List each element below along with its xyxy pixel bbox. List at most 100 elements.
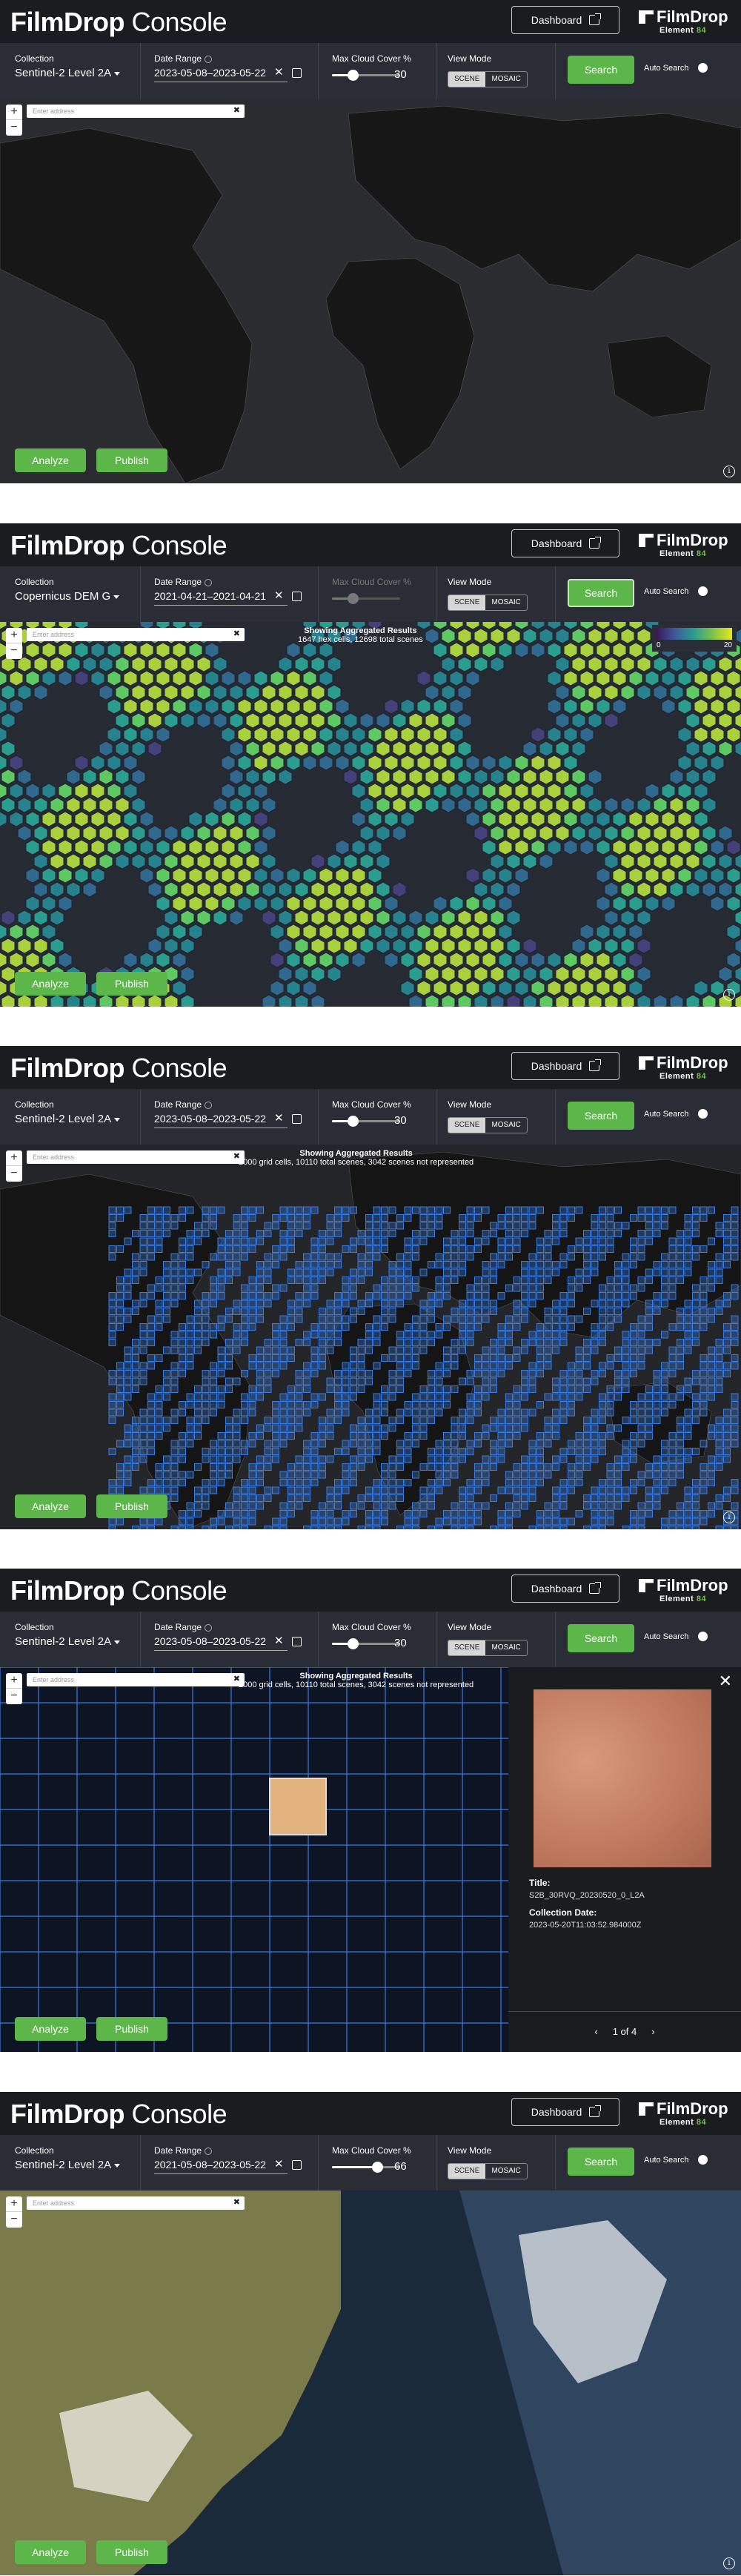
- auto-search-toggle[interactable]: [691, 1632, 708, 1641]
- calendar-icon[interactable]: [292, 1637, 302, 1646]
- cloud-cover-slider[interactable]: [332, 2162, 400, 2173]
- date-range-input[interactable]: 2023-05-08–2023-05-22: [154, 1113, 266, 1125]
- date-range-input[interactable]: 2021-05-08–2023-05-22: [154, 2159, 266, 2171]
- collection-select[interactable]: Sentinel-2 Level 2A: [15, 1635, 121, 1648]
- cloud-cover-slider[interactable]: [332, 70, 400, 81]
- zoom-in-button[interactable]: +: [6, 2196, 22, 2212]
- zoom-in-button[interactable]: +: [6, 1150, 22, 1166]
- scene-option[interactable]: SCENE: [448, 595, 486, 610]
- map-area[interactable]: + − Enter address✖ Analyze Publish i Sho…: [0, 1145, 741, 1529]
- address-search-input[interactable]: Enter address ✖: [27, 105, 245, 118]
- dashboard-button[interactable]: Dashboard: [511, 1052, 619, 1080]
- map-area[interactable]: + − Enter address ✖ Analyze Publish i: [0, 99, 741, 483]
- publish-button[interactable]: Publish: [96, 2540, 167, 2564]
- scene-option[interactable]: SCENE: [448, 72, 486, 87]
- clear-address-icon[interactable]: ✖: [233, 2197, 240, 2207]
- dashboard-button[interactable]: Dashboard: [511, 529, 619, 557]
- analyze-button[interactable]: Analyze: [15, 1494, 86, 1518]
- zoom-in-button[interactable]: +: [6, 1673, 22, 1689]
- mosaic-option[interactable]: MOSAIC: [485, 1640, 526, 1655]
- analyze-button[interactable]: Analyze: [15, 448, 86, 472]
- collection-select[interactable]: Sentinel-2 Level 2A: [15, 67, 121, 79]
- search-button[interactable]: Search: [568, 579, 634, 607]
- clear-date-icon[interactable]: ✕: [274, 1634, 284, 1647]
- analyze-button[interactable]: Analyze: [15, 2017, 86, 2041]
- cloud-cover-slider[interactable]: [332, 593, 400, 604]
- next-icon[interactable]: ›: [651, 2026, 654, 2037]
- slider-thumb[interactable]: [371, 2162, 383, 2173]
- calendar-icon[interactable]: [292, 68, 302, 78]
- auto-search-toggle[interactable]: [691, 2155, 708, 2165]
- search-button[interactable]: Search: [568, 2148, 634, 2176]
- search-button[interactable]: Search: [568, 1102, 634, 1130]
- address-search-input[interactable]: Enter address ✖: [27, 1150, 245, 1164]
- address-search-input[interactable]: Enter address ✖: [27, 1673, 245, 1686]
- collection-select[interactable]: Sentinel-2 Level 2A: [15, 1113, 121, 1125]
- close-icon[interactable]: ✕: [719, 1672, 732, 1691]
- search-button[interactable]: Search: [568, 56, 634, 84]
- slider-thumb[interactable]: [347, 70, 359, 81]
- date-range-input[interactable]: 2023-05-08–2023-05-22: [154, 67, 266, 79]
- mosaic-option[interactable]: MOSAIC: [485, 1118, 526, 1133]
- calendar-icon[interactable]: [292, 1114, 302, 1124]
- clear-address-icon[interactable]: ✖: [233, 629, 240, 638]
- collection-select[interactable]: Copernicus DEM G: [15, 590, 120, 603]
- calendar-icon[interactable]: [292, 592, 302, 601]
- zoom-out-button[interactable]: −: [6, 120, 22, 136]
- grid-cell: [637, 1346, 645, 1354]
- clear-date-icon[interactable]: ✕: [274, 589, 284, 602]
- analyze-button[interactable]: Analyze: [15, 972, 86, 996]
- dashboard-button[interactable]: Dashboard: [511, 6, 619, 34]
- grid-cell: [451, 1253, 459, 1261]
- mosaic-option[interactable]: MOSAIC: [485, 2164, 526, 2179]
- clear-date-icon[interactable]: ✕: [274, 65, 284, 79]
- map-area[interactable]: + − Enter address✖ Analyze Publish i Sho…: [0, 1667, 741, 2052]
- auto-search-toggle[interactable]: [691, 1109, 708, 1119]
- zoom-out-button[interactable]: −: [6, 1689, 22, 1704]
- info-icon[interactable]: i: [723, 2557, 735, 2569]
- date-range-input[interactable]: 2021-04-21–2021-04-21: [154, 590, 266, 602]
- scene-option[interactable]: SCENE: [448, 2164, 486, 2179]
- dashboard-button[interactable]: Dashboard: [511, 2098, 619, 2126]
- dashboard-button[interactable]: Dashboard: [511, 1575, 619, 1603]
- address-search-input[interactable]: Enter address ✖: [27, 2196, 245, 2210]
- slider-thumb[interactable]: [347, 1638, 359, 1649]
- calendar-icon[interactable]: [292, 2160, 302, 2170]
- slider-thumb[interactable]: [347, 593, 359, 604]
- cloud-cover-slider[interactable]: [332, 1116, 400, 1127]
- scene-option[interactable]: SCENE: [448, 1640, 486, 1655]
- analyze-button[interactable]: Analyze: [15, 2540, 86, 2564]
- search-button[interactable]: Search: [568, 1624, 634, 1652]
- auto-search-toggle[interactable]: [691, 63, 708, 73]
- mosaic-option[interactable]: MOSAIC: [485, 72, 526, 87]
- clear-date-icon[interactable]: ✕: [274, 1111, 284, 1125]
- zoom-out-button[interactable]: −: [6, 643, 22, 659]
- previous-icon[interactable]: ‹: [594, 2026, 597, 2037]
- mosaic-option[interactable]: MOSAIC: [485, 595, 526, 610]
- address-search-input[interactable]: Enter address ✖: [27, 628, 245, 641]
- publish-button[interactable]: Publish: [96, 448, 167, 472]
- clear-address-icon[interactable]: ✖: [233, 105, 240, 115]
- zoom-out-button[interactable]: −: [6, 2212, 22, 2228]
- collection-select[interactable]: Sentinel-2 Level 2A: [15, 2159, 121, 2171]
- zoom-in-button[interactable]: +: [6, 105, 22, 120]
- grid-cell: [723, 1253, 731, 1261]
- info-icon[interactable]: i: [723, 1512, 735, 1523]
- date-range-input[interactable]: 2023-05-08–2023-05-22: [154, 1635, 266, 1647]
- publish-button[interactable]: Publish: [96, 1494, 167, 1518]
- publish-button[interactable]: Publish: [96, 2017, 167, 2041]
- grid-cell: [490, 1377, 497, 1385]
- clear-date-icon[interactable]: ✕: [274, 2157, 284, 2171]
- info-icon[interactable]: i: [723, 989, 735, 1001]
- info-icon[interactable]: i: [723, 466, 735, 477]
- hex-cell: [628, 895, 643, 912]
- scene-option[interactable]: SCENE: [448, 1118, 486, 1133]
- map-area[interactable]: + − Enter address✖ Analyze Publish i Sho…: [0, 622, 741, 1007]
- zoom-in-button[interactable]: +: [6, 628, 22, 643]
- zoom-out-button[interactable]: −: [6, 1166, 22, 1182]
- publish-button[interactable]: Publish: [96, 972, 167, 996]
- map-area[interactable]: + − Enter address ✖ Analyze Publish i: [0, 2191, 741, 2575]
- auto-search-toggle[interactable]: [691, 586, 708, 596]
- cloud-cover-slider[interactable]: [332, 1638, 400, 1649]
- slider-thumb[interactable]: [347, 1116, 359, 1127]
